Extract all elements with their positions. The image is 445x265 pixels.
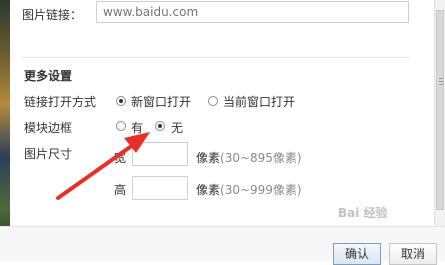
height-unit-text: 像素 [196,183,221,197]
cancel-button[interactable]: 取消 [389,243,437,265]
radio-new-window[interactable] [116,96,126,106]
image-link-label: 图片链接： [22,7,83,22]
height-label: 高 [114,183,127,197]
background-image-strip [0,0,10,261]
section-divider [22,57,409,58]
image-link-row: 图片链接： [22,2,82,26]
confirm-button[interactable]: 确认 [333,243,381,265]
thumb-grip-line [439,84,443,85]
thumb-grip-line [439,78,443,79]
radio-new-window-label[interactable]: 新窗口打开 [131,93,191,110]
width-unit: 像素(30~895像素) [196,149,302,166]
height-hint: (30~999像素) [220,183,302,197]
image-size-label: 图片尺寸 [24,147,73,161]
image-settings-dialog: 图片链接： 更多设置 链接打开方式 新窗口打开 当前窗口打开 模块边框 有 无 … [10,0,434,261]
width-label: 宽 [114,151,127,165]
radio-border-no[interactable] [155,121,165,131]
radio-current-window[interactable] [208,96,218,106]
vertical-scrollbar[interactable] [434,0,445,226]
radio-border-no-label[interactable]: 无 [171,119,183,136]
border-label: 模块边框 [24,121,73,135]
width-hint: (30~895像素) [220,151,302,165]
radio-border-yes-label[interactable]: 有 [131,119,143,136]
link-open-label: 链接打开方式 [24,95,97,109]
width-input[interactable] [132,142,188,166]
thumb-grip-line [439,81,443,82]
height-unit: 像素(30~999像素) [196,181,302,198]
radio-current-window-label[interactable]: 当前窗口打开 [223,93,295,110]
radio-border-yes[interactable] [116,121,126,131]
image-link-input[interactable] [96,1,409,23]
scrollbar-thumb[interactable] [436,10,444,210]
more-settings-title: 更多设置 [24,69,73,83]
height-input[interactable] [132,176,188,200]
width-unit-text: 像素 [196,151,221,165]
watermark: Bai 经验 [338,206,388,220]
